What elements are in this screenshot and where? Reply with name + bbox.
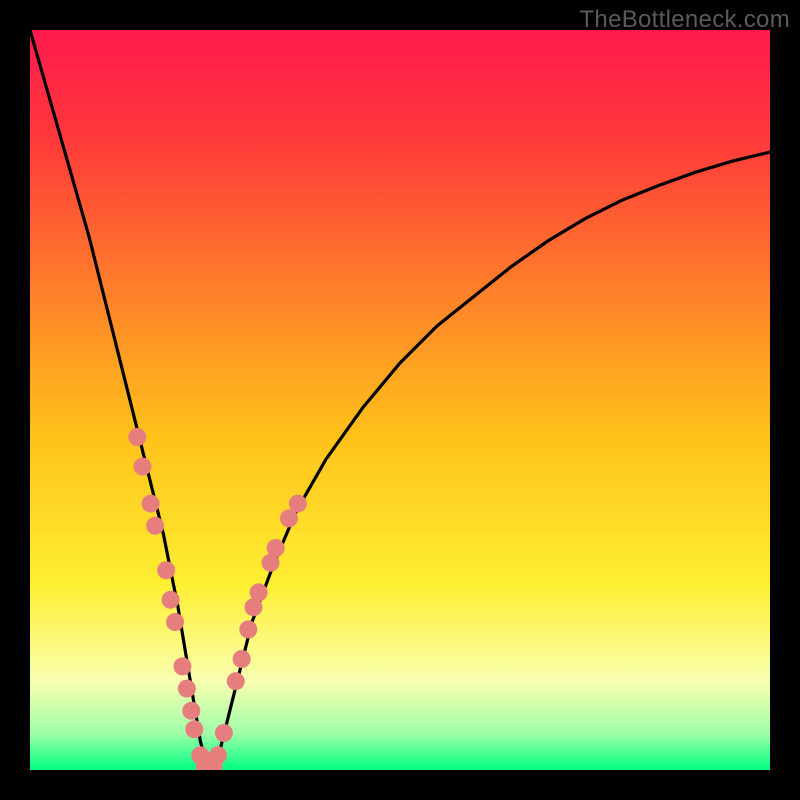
gradient-background [30,30,770,770]
marker-dot [157,561,175,579]
marker-dot [250,583,268,601]
marker-dot [182,702,200,720]
marker-dot [173,657,191,675]
plot-area [30,30,770,770]
marker-dot [146,517,164,535]
marker-dot [162,591,180,609]
watermark-label: TheBottleneck.com [579,6,790,34]
marker-dot [267,539,285,557]
chart-container: TheBottleneck.com [0,0,800,800]
marker-dot [289,495,307,513]
marker-dot [209,746,227,764]
marker-dot [166,613,184,631]
marker-dot [233,650,251,668]
marker-dot [239,620,257,638]
marker-dot [178,680,196,698]
marker-dot [215,724,233,742]
marker-dot [133,458,151,476]
marker-dot [227,672,245,690]
marker-dot [128,428,146,446]
marker-dot [185,720,203,738]
chart-svg [30,30,770,770]
marker-dot [142,495,160,513]
